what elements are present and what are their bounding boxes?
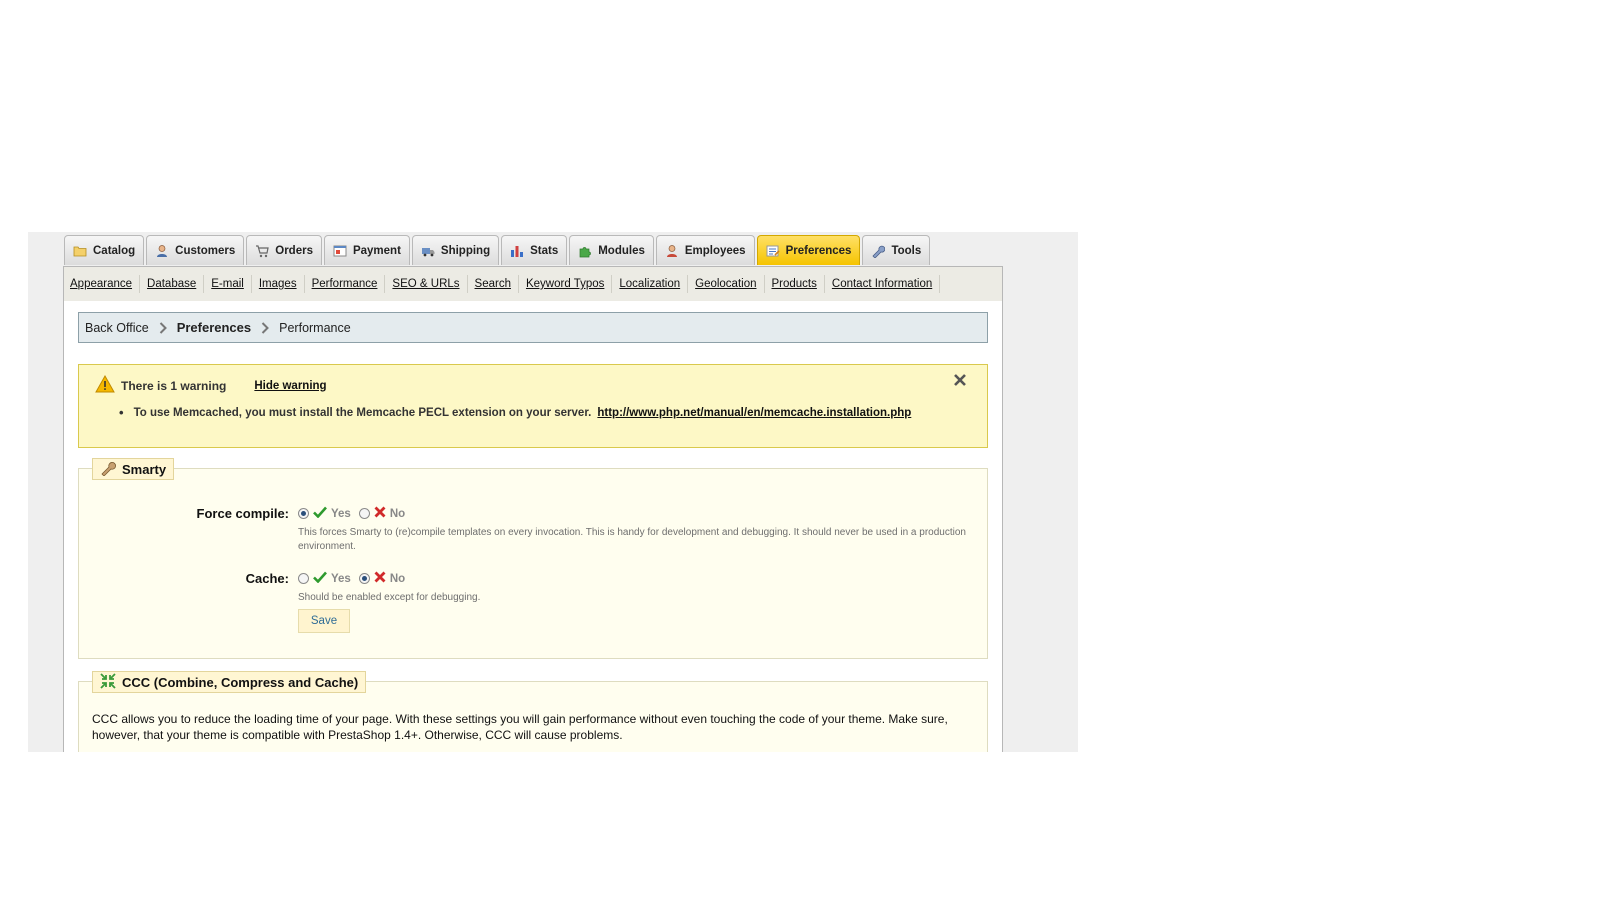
payment-icon — [333, 244, 347, 258]
check-icon — [313, 506, 327, 521]
subnav-localization[interactable]: Localization — [612, 275, 689, 293]
subnav-search[interactable]: Search — [468, 275, 519, 293]
hide-warning-link[interactable]: Hide warning — [254, 380, 326, 392]
folder-icon — [73, 244, 87, 258]
subnav-performance[interactable]: Performance — [305, 275, 386, 293]
cross-icon — [374, 506, 386, 521]
tab-label: Modules — [598, 244, 645, 257]
tab-stats[interactable]: Stats — [501, 235, 568, 265]
tab-label: Shipping — [440, 244, 491, 257]
force-compile-radio-group: Yes No — [298, 506, 409, 521]
cache-hint: Should be enabled except for debugging. — [298, 592, 481, 603]
tab-tools[interactable]: Tools — [862, 235, 931, 265]
tab-label: Stats — [530, 244, 559, 257]
subnav-appearance[interactable]: Appearance — [70, 275, 141, 293]
subnav-products[interactable]: Products — [765, 275, 825, 293]
cross-icon — [374, 571, 386, 586]
cache-radio-group: Yes No — [298, 571, 409, 586]
ccc-description: CCC allows you to reduce the loading tim… — [92, 712, 948, 742]
close-icon[interactable] — [953, 373, 967, 387]
force-compile-hint: This forces Smarty to (re)compile templa… — [298, 527, 966, 552]
user-icon — [155, 244, 169, 258]
tab-label: Tools — [891, 244, 922, 257]
warning-title: There is 1 warning — [121, 378, 227, 393]
wrench-icon — [100, 460, 116, 479]
subnav-database[interactable]: Database — [140, 275, 205, 293]
force-compile-yes-radio[interactable] — [298, 508, 309, 519]
ccc-legend-label: CCC (Combine, Compress and Cache) — [122, 674, 359, 690]
bar-chart-icon — [510, 244, 524, 258]
cache-yes-radio[interactable] — [298, 573, 309, 584]
tab-catalog[interactable]: Catalog — [64, 235, 145, 265]
puzzle-icon — [578, 244, 592, 258]
cache-no-radio[interactable] — [358, 573, 370, 584]
tab-orders[interactable]: Orders — [246, 235, 322, 265]
tab-label: Payment — [352, 244, 401, 257]
smarty-fieldset: Smarty Force compile: Yes No This forces… — [78, 458, 988, 659]
cache-no-label[interactable]: No — [390, 573, 405, 585]
tab-label: Employees — [684, 244, 746, 257]
chevron-right-icon — [159, 321, 167, 334]
warning-header: There is 1 warning Hide warning — [95, 374, 327, 396]
subnav-images[interactable]: Images — [252, 275, 305, 293]
admin-window: Catalog Customers Orders Payment Shippin… — [28, 232, 1078, 752]
force-compile-label: Force compile: — [196, 506, 289, 521]
tab-customers[interactable]: Customers — [146, 235, 245, 265]
subnav-contact-information[interactable]: Contact Information — [825, 275, 941, 293]
breadcrumb-section[interactable]: Preferences — [177, 320, 251, 335]
bullet-icon: • — [119, 405, 124, 420]
force-compile-yes-label[interactable]: Yes — [331, 508, 351, 520]
tab-label: Catalog — [93, 244, 136, 257]
compress-arrows-icon — [100, 672, 116, 692]
content-area: Back Office Preferences Performance Ther… — [63, 301, 1003, 752]
ccc-legend: CCC (Combine, Compress and Cache) — [92, 671, 367, 693]
tab-employees[interactable]: Employees — [655, 235, 755, 265]
cache-label: Cache: — [245, 571, 289, 586]
force-compile-no-label[interactable]: No — [390, 508, 405, 520]
employee-icon — [665, 244, 679, 258]
preferences-icon — [766, 244, 780, 258]
smarty-legend-label: Smarty — [122, 461, 167, 477]
breadcrumb-root[interactable]: Back Office — [85, 321, 149, 335]
warning-message: To use Memcached, you must install the M… — [133, 406, 592, 419]
breadcrumb-current: Performance — [279, 320, 351, 335]
warning-list-item: • To use Memcached, you must install the… — [119, 405, 911, 420]
breadcrumb: Back Office Preferences Performance — [78, 312, 988, 343]
wrench-icon — [871, 244, 886, 259]
force-compile-no-radio[interactable] — [358, 508, 370, 519]
subnav-geolocation[interactable]: Geolocation — [688, 275, 765, 293]
save-button[interactable]: Save — [298, 609, 350, 633]
warning-doc-link[interactable]: http://www.php.net/manual/en/memcache.in… — [597, 407, 911, 419]
tab-preferences[interactable]: Preferences — [756, 235, 861, 265]
sub-navigation: Appearance Database E-mail Images Perfor… — [63, 266, 1003, 302]
tab-shipping[interactable]: Shipping — [411, 235, 500, 265]
truck-icon — [421, 244, 435, 258]
warning-triangle-icon — [95, 374, 115, 396]
cache-yes-label[interactable]: Yes — [331, 573, 351, 585]
warning-box: There is 1 warning Hide warning • To use… — [78, 364, 988, 448]
tab-label: Orders — [275, 244, 313, 257]
tab-label: Customers — [175, 244, 236, 257]
chevron-right-icon — [261, 321, 270, 334]
tab-label: Preferences — [785, 244, 852, 257]
main-tabs: Catalog Customers Orders Payment Shippin… — [64, 235, 931, 265]
check-icon — [313, 571, 327, 586]
smarty-legend: Smarty — [92, 458, 175, 480]
subnav-seo-urls[interactable]: SEO & URLs — [385, 275, 468, 293]
subnav-email[interactable]: E-mail — [204, 275, 252, 293]
tab-modules[interactable]: Modules — [569, 235, 654, 265]
cart-icon — [255, 244, 269, 258]
ccc-fieldset: CCC (Combine, Compress and Cache) CCC al… — [78, 671, 988, 752]
subnav-keyword-typos[interactable]: Keyword Typos — [519, 275, 613, 293]
tab-payment[interactable]: Payment — [323, 235, 410, 265]
